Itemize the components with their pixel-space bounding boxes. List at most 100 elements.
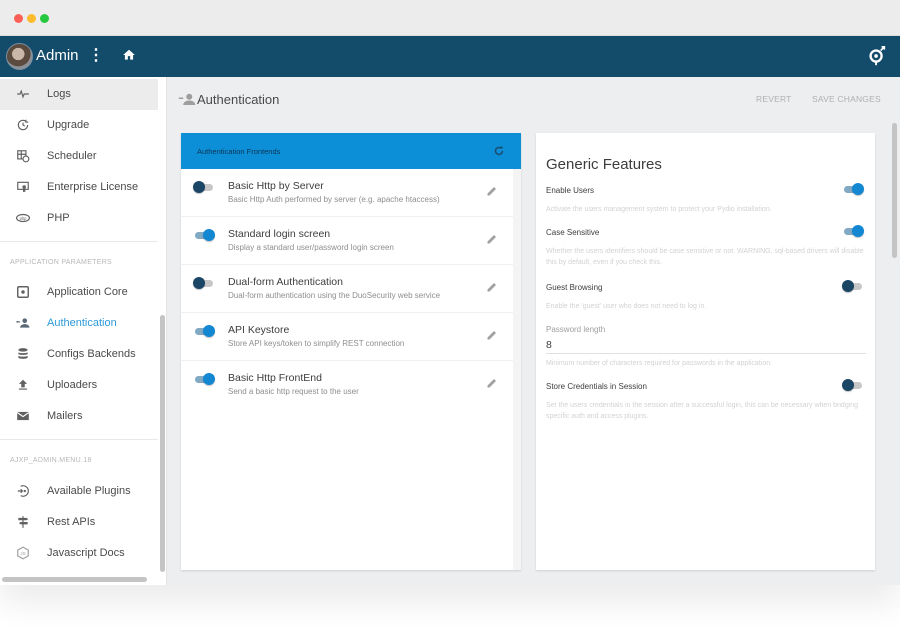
sidebar-item-application-core[interactable]: Application Core	[0, 277, 158, 308]
home-icon[interactable]	[122, 48, 136, 62]
sidebar-item-available-plugins[interactable]: Available Plugins	[0, 476, 158, 507]
sidebar-item-scheduler[interactable]: Scheduler	[0, 141, 158, 172]
edit-pencil-icon[interactable]	[486, 329, 498, 341]
core-chip-icon	[17, 286, 29, 298]
upload-icon	[18, 379, 28, 390]
database-icon	[18, 348, 28, 359]
case-sensitive-toggle[interactable]	[842, 225, 864, 237]
frontend-row[interactable]: Standard login screen Display a standard…	[181, 217, 513, 265]
feature-help: Activate the users management system to …	[546, 206, 772, 213]
sidebar-item-javascript-docs[interactable]: JS Javascript Docs	[0, 538, 158, 569]
sidebar-item-uploaders[interactable]: Uploaders	[0, 370, 158, 401]
edit-pencil-icon[interactable]	[486, 377, 498, 389]
sidebar-item-label: Available Plugins	[47, 485, 131, 497]
list-scroll-track	[513, 169, 521, 570]
feature-help: Set the users credentials in the session…	[546, 402, 859, 420]
frontend-description: Store API keys/token to simplify REST co…	[228, 339, 405, 348]
close-window-button[interactable]	[14, 14, 23, 23]
frontend-toggle[interactable]	[193, 181, 215, 193]
users-key-icon	[16, 318, 30, 328]
sidebar-item-label: Scheduler	[47, 150, 97, 162]
sidebar-item-php[interactable]: php PHP	[0, 203, 158, 234]
sidebar-item-label: Logs	[47, 88, 71, 100]
sidebar-item-upgrade[interactable]: Upgrade	[0, 110, 158, 141]
users-key-icon	[178, 93, 196, 105]
sidebar-divider	[0, 241, 158, 242]
main-vertical-scrollbar[interactable]	[892, 123, 897, 258]
frontend-toggle[interactable]	[193, 325, 215, 337]
feature-help: Enable the 'guest' user who does not nee…	[546, 303, 707, 310]
sidebar-item-label: Enterprise License	[47, 181, 139, 193]
refresh-clock-icon	[17, 119, 29, 131]
sidebar-item-enterprise-license[interactable]: Enterprise License	[0, 172, 158, 203]
pydio-logo-icon[interactable]	[866, 45, 888, 67]
sidebar-horizontal-scrollbar[interactable]	[2, 577, 147, 582]
mail-icon	[16, 411, 30, 421]
frontend-name: Basic Http FrontEnd	[228, 372, 322, 384]
avatar[interactable]	[6, 43, 33, 70]
frontend-toggle[interactable]	[193, 373, 215, 385]
edit-pencil-icon[interactable]	[486, 233, 498, 245]
frontend-description: Basic Http Auth performed by server (e.g…	[228, 195, 440, 204]
frontend-name: Basic Http by Server	[228, 180, 324, 192]
sidebar-section-title: APPLICATION PARAMETERS	[10, 259, 113, 266]
feature-label: Case Sensitive	[546, 228, 600, 237]
sidebar-item-rest-apis[interactable]: Rest APIs	[0, 507, 158, 538]
guest-browsing-toggle[interactable]	[842, 280, 864, 292]
frontend-description: Dual-form authentication using the DuoSe…	[228, 291, 441, 300]
frontend-row[interactable]: API Keystore Store API keys/token to sim…	[181, 313, 513, 361]
revert-button[interactable]: REVERT	[756, 94, 792, 104]
password-length-input[interactable]	[546, 336, 866, 354]
frontend-name: API Keystore	[228, 324, 290, 336]
frontend-toggle[interactable]	[193, 277, 215, 289]
frontend-description: Send a basic http request to the user	[228, 387, 359, 396]
sidebar-item-label: PHP	[47, 212, 70, 224]
plugin-icon	[17, 485, 29, 497]
sidebar-item-label: Authentication	[47, 317, 117, 329]
maximize-window-button[interactable]	[40, 14, 49, 23]
app-bar: Admin ⋮	[0, 36, 900, 77]
user-name[interactable]: Admin	[36, 47, 79, 64]
page-header: Authentication REVERT SAVE CHANGES	[168, 77, 900, 122]
card-title: Generic Features	[546, 156, 662, 173]
save-changes-button[interactable]: SAVE CHANGES	[812, 94, 881, 104]
generic-features-card: Generic Features Enable Users Activate t…	[536, 133, 875, 570]
sidebar-item-label: Javascript Docs	[47, 547, 125, 559]
feature-label: Guest Browsing	[546, 283, 603, 292]
frontend-name: Dual-form Authentication	[228, 276, 343, 288]
sidebar-item-authentication[interactable]: Authentication	[0, 308, 158, 339]
frontend-toggle[interactable]	[193, 229, 215, 241]
frontend-row[interactable]: Dual-form Authentication Dual-form authe…	[181, 265, 513, 313]
edit-pencil-icon[interactable]	[486, 281, 498, 293]
vertical-dots-icon[interactable]: ⋮	[88, 45, 104, 65]
sidebar-vertical-scrollbar[interactable]	[160, 315, 165, 572]
frontend-description: Display a standard user/password login s…	[228, 243, 394, 252]
enable-users-toggle[interactable]	[842, 183, 864, 195]
password-length-label: Password length	[546, 325, 606, 334]
frontend-row[interactable]: Basic Http FrontEnd Send a basic http re…	[181, 361, 513, 409]
signpost-icon	[18, 516, 29, 528]
calendar-clock-icon	[17, 150, 30, 163]
store-credentials-toggle[interactable]	[842, 379, 864, 391]
authentication-frontends-card: Authentication Frontends Basic Http by S…	[181, 133, 521, 570]
sidebar: Logs Upgrade Scheduler Enterprise Licens…	[0, 77, 167, 585]
sidebar-item-logs[interactable]: Logs	[0, 79, 158, 110]
feature-help: Whether the users identifiers should be …	[546, 248, 864, 266]
card-header: Authentication Frontends	[181, 133, 521, 169]
feature-label: Store Credentials in Session	[546, 382, 647, 391]
sidebar-section-title: AJXP_ADMIN.MENU.18	[10, 457, 92, 464]
minimize-window-button[interactable]	[27, 14, 36, 23]
activity-icon	[17, 89, 29, 99]
frontend-row[interactable]: Basic Http by Server Basic Http Auth per…	[181, 169, 513, 217]
sidebar-item-label: Rest APIs	[47, 516, 96, 528]
sidebar-item-label: Configs Backends	[47, 348, 136, 360]
feature-label: Enable Users	[546, 186, 595, 195]
main-content: Authentication REVERT SAVE CHANGES Authe…	[168, 77, 900, 585]
refresh-icon[interactable]	[493, 145, 505, 157]
card-title: Authentication Frontends	[197, 147, 281, 156]
edit-pencil-icon[interactable]	[486, 185, 498, 197]
sidebar-item-label: Application Core	[47, 286, 128, 298]
sidebar-item-configs-backends[interactable]: Configs Backends	[0, 339, 158, 370]
sidebar-item-mailers[interactable]: Mailers	[0, 401, 158, 432]
app-window: Admin ⋮ Logs Upgrade Scheduler Enterpris…	[0, 0, 900, 585]
